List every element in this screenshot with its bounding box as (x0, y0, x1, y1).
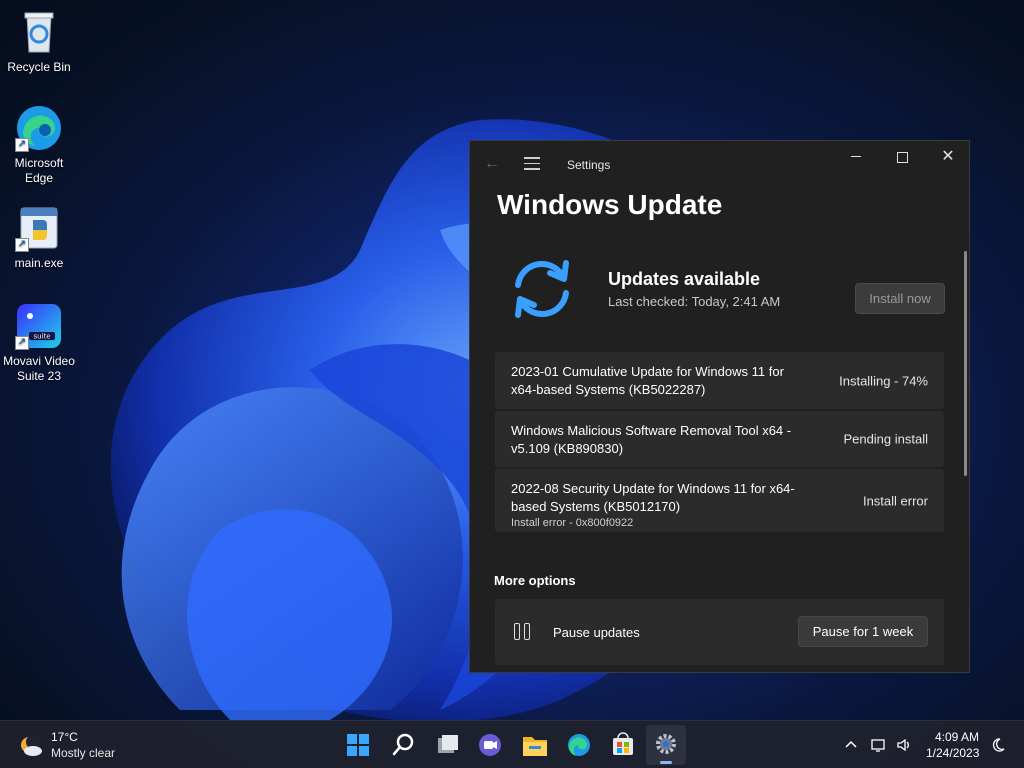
active-indicator (660, 761, 672, 764)
update-status-title: Updates available (608, 269, 761, 289)
file-explorer-button[interactable] (515, 725, 555, 765)
volume-icon[interactable] (895, 736, 913, 768)
page-title: Windows Update (497, 189, 723, 220)
start-button[interactable] (338, 725, 378, 765)
focus-assist-moon-icon[interactable] (989, 736, 1007, 768)
weather-description[interactable]: Mostly clear (51, 746, 115, 760)
desktop-icon-label: Recycle Bin (7, 60, 71, 74)
store-button[interactable] (603, 725, 643, 765)
recycle-bin-icon (15, 8, 63, 56)
desktop-icon-label: Microsoft Edge (14, 156, 64, 185)
update-list: 2023-01 Cumulative Update for Windows 11… (495, 352, 944, 534)
gear-icon (656, 734, 676, 754)
movavi-suite-icon: suite ↗ (15, 302, 63, 350)
update-row[interactable]: 2022-08 Security Update for Windows 11 f… (495, 469, 944, 532)
weather-moon-cloud-icon[interactable] (18, 733, 44, 759)
clock-time[interactable]: 4:09 AM (935, 730, 979, 744)
update-row[interactable]: Windows Malicious Software Removal Tool … (495, 411, 944, 467)
desktop-icon-edge[interactable]: ↗ Microsoft Edge (0, 104, 78, 186)
svg-text:suite: suite (33, 333, 50, 341)
hamburger-menu-icon[interactable] (524, 157, 540, 174)
sync-update-icon (515, 260, 569, 318)
chevron-up-icon[interactable] (842, 736, 860, 768)
more-options-heading: More options (494, 573, 576, 588)
maximize-button[interactable] (879, 141, 925, 173)
pause-updates-label: Pause updates (553, 625, 640, 640)
desktop-icon-label: main.exe (14, 256, 64, 270)
title-bar[interactable]: ← Settings ✕ (470, 141, 969, 189)
pause-updates-card: Pause updates Pause for 1 week (495, 599, 944, 665)
edge-icon (568, 734, 590, 756)
pause-icon (514, 623, 532, 641)
update-row[interactable]: 2023-01 Cumulative Update for Windows 11… (495, 352, 944, 409)
desktop-icon-main-exe[interactable]: ↗ main.exe (0, 204, 78, 271)
settings-taskbar-button[interactable] (646, 725, 686, 765)
update-name: 2023-01 Cumulative Update for Windows 11… (511, 364, 784, 397)
window-title: Settings (567, 158, 611, 172)
task-view-button[interactable] (428, 725, 468, 765)
weather-temperature[interactable]: 17°C (51, 730, 78, 744)
update-error-code: Install error - 0x800f0922 (511, 517, 634, 529)
windows-logo-icon (347, 734, 369, 756)
back-arrow-icon[interactable]: ← (484, 155, 500, 173)
desktop-icon-label: Movavi Video Suite 23 (3, 354, 75, 383)
update-status: Install error (862, 493, 928, 508)
minimize-button[interactable] (833, 141, 879, 173)
last-checked-text: Last checked: Today, 2:41 AM (608, 294, 781, 309)
scrollbar[interactable] (964, 251, 967, 476)
chat-camera-icon (479, 734, 501, 756)
desktop-icon-recycle-bin[interactable]: Recycle Bin (0, 8, 78, 75)
desktop-icon-movavi[interactable]: suite ↗ Movavi Video Suite 23 (0, 302, 78, 384)
update-status: Pending install (843, 431, 928, 447)
close-button[interactable]: ✕ (925, 141, 969, 173)
python-exe-icon: ↗ (15, 204, 63, 252)
network-icon[interactable] (870, 736, 888, 768)
install-now-button[interactable]: Install now (855, 283, 945, 314)
pause-for-week-button[interactable]: Pause for 1 week (798, 616, 928, 647)
settings-window: ← Settings ✕ Windows Update Updates avai… (469, 140, 970, 673)
edge-icon: ↗ (15, 104, 63, 152)
update-status: Installing - 74% (839, 373, 928, 388)
folder-icon (523, 737, 547, 756)
chat-button[interactable] (470, 725, 510, 765)
update-name: 2022-08 Security Update for Windows 11 f… (511, 481, 795, 514)
search-icon (392, 733, 414, 756)
task-view-icon (438, 735, 458, 753)
store-bag-icon (613, 732, 633, 755)
taskbar: 17°C Mostly clear 4:09 AM 1/24/2023 (0, 720, 1024, 768)
clock-date[interactable]: 1/24/2023 (926, 746, 979, 760)
update-name: Windows Malicious Software Removal Tool … (511, 423, 792, 456)
search-button[interactable] (383, 725, 423, 765)
edge-taskbar-button[interactable] (559, 725, 599, 765)
